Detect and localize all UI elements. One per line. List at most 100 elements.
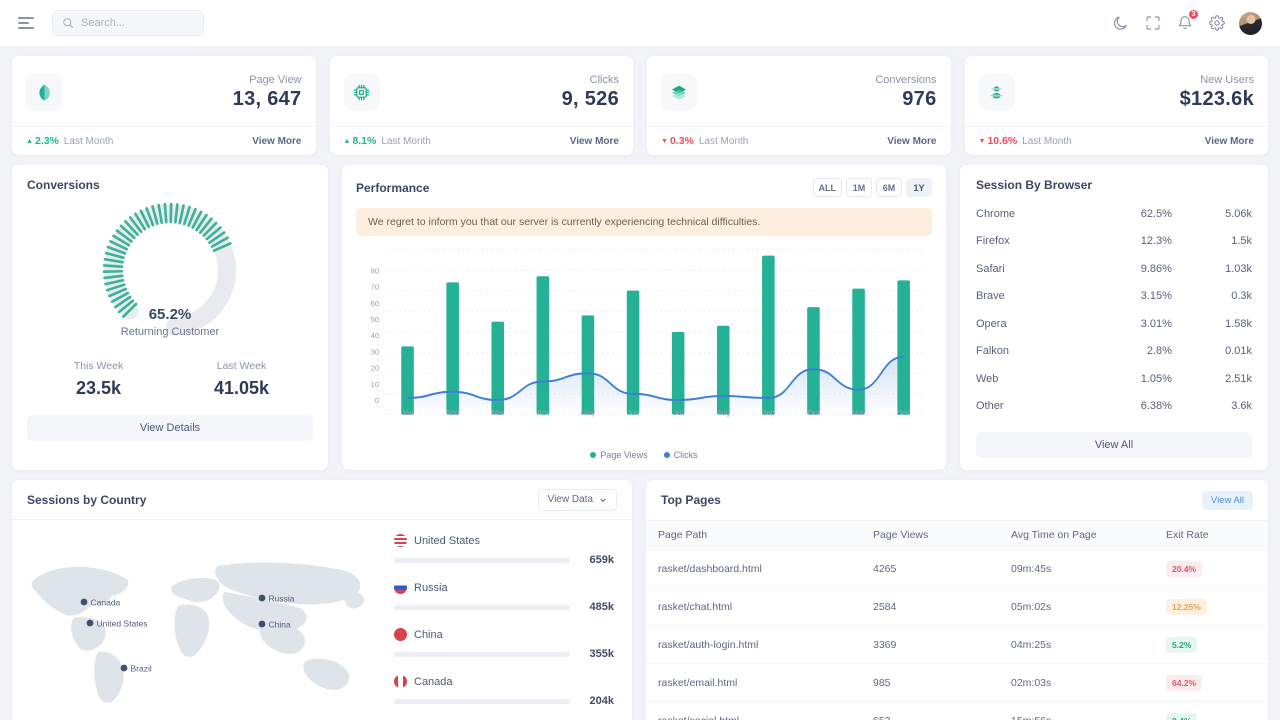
legend-clicks: Clicks bbox=[664, 450, 698, 460]
fullscreen-icon[interactable] bbox=[1143, 14, 1162, 33]
view-all-button[interactable]: View All bbox=[976, 432, 1252, 458]
svg-text:20: 20 bbox=[371, 364, 380, 373]
view-more-link[interactable]: View More bbox=[570, 136, 619, 147]
view-details-button[interactable]: View Details bbox=[27, 415, 313, 441]
country-bar-item: United States 659k bbox=[394, 534, 614, 566]
country-name: Canada bbox=[414, 676, 453, 688]
svg-text:Canada: Canada bbox=[91, 597, 121, 607]
svg-text:Oct: Oct bbox=[807, 408, 820, 417]
search-placeholder: Search... bbox=[81, 17, 125, 29]
browser-row[interactable]: Other6.38%3.6k bbox=[976, 393, 1252, 421]
view-all-button[interactable]: View All bbox=[1202, 491, 1253, 510]
stat-delta-value: 2.3% bbox=[35, 135, 59, 147]
range-button-6m[interactable]: 6M bbox=[876, 178, 902, 197]
legend-label: Clicks bbox=[674, 450, 698, 460]
table-header: Page Path Page Views Avg Time on Page Ex… bbox=[646, 521, 1268, 550]
browser-row[interactable]: Brave3.15%0.3k bbox=[976, 283, 1252, 311]
browser-name: Falkon bbox=[976, 345, 1092, 357]
browser-name: Web bbox=[976, 373, 1092, 385]
status-badge: 12.25% bbox=[1166, 599, 1207, 615]
stat-value: 13, 647 bbox=[62, 88, 302, 111]
progress-track bbox=[394, 558, 570, 563]
table-header-row: Page Path Page Views Avg Time on Page Ex… bbox=[646, 521, 1268, 550]
stat-card-page-view: Page View 13, 647 ▲ 2.3% Last Month View… bbox=[12, 56, 316, 155]
gear-icon[interactable] bbox=[1207, 14, 1226, 33]
search-input[interactable]: Search... bbox=[52, 10, 204, 36]
table-row[interactable]: rasket/dashboard.html426509m:45s20.4% bbox=[646, 550, 1268, 588]
this-week-label: This Week bbox=[27, 360, 170, 372]
browser-row[interactable]: Firefox12.3%1.5k bbox=[976, 228, 1252, 256]
country-bar-row: 485k bbox=[394, 601, 614, 613]
range-button-1y[interactable]: 1Y bbox=[906, 178, 932, 197]
svg-text:Dec: Dec bbox=[897, 408, 911, 417]
country-name: Russia bbox=[414, 582, 448, 594]
view-more-link[interactable]: View More bbox=[252, 136, 301, 147]
card-body: CanadaUnited StatesBrazilRussiaChina Uni… bbox=[12, 520, 632, 720]
browser-row[interactable]: Web1.05%2.51k bbox=[976, 365, 1252, 393]
view-more-link[interactable]: View More bbox=[1205, 136, 1254, 147]
stat-card-body: Page View 13, 647 bbox=[12, 56, 316, 126]
svg-text:China: China bbox=[269, 619, 291, 629]
world-map[interactable]: CanadaUnited StatesBrazilRussiaChina bbox=[12, 520, 382, 720]
country-value: 355k bbox=[580, 648, 614, 660]
this-week-value: 23.5k bbox=[27, 378, 170, 399]
ru-flag-icon bbox=[394, 581, 407, 594]
stat-card-conversions: Conversions 976 ▼ 0.3% Last Month View M… bbox=[647, 56, 951, 155]
dashboard-page: Search... 3 bbox=[0, 0, 1280, 720]
arrow-up-icon: ▲ bbox=[344, 138, 351, 145]
range-button-1m[interactable]: 1M bbox=[846, 178, 872, 197]
view-data-dropdown[interactable]: View Data bbox=[538, 489, 617, 511]
legend-label: Page Views bbox=[600, 450, 647, 460]
cell-exit-rate: 5.2% bbox=[1154, 626, 1268, 664]
table-row[interactable]: rasket/email.html98502m:03s64.2% bbox=[646, 664, 1268, 702]
country-bar-row: 659k bbox=[394, 554, 614, 566]
chart-legend: Page Views Clicks bbox=[356, 450, 932, 460]
performance-chart: 01020304050607080JanFebMarAprMayJunJulAu… bbox=[356, 242, 932, 449]
svg-text:50: 50 bbox=[371, 315, 380, 324]
cell-avg-time: 15m:56s bbox=[999, 702, 1154, 720]
cell-exit-rate: 64.2% bbox=[1154, 664, 1268, 702]
cell-page-path: rasket/dashboard.html bbox=[646, 550, 861, 588]
avatar[interactable] bbox=[1239, 12, 1262, 35]
ca-flag-icon bbox=[394, 675, 407, 688]
stat-card-body: Conversions 976 bbox=[647, 56, 951, 126]
svg-text:Russia: Russia bbox=[269, 593, 295, 603]
bell-icon[interactable]: 3 bbox=[1175, 14, 1194, 33]
browser-row[interactable]: Safari9.86%1.03k bbox=[976, 255, 1252, 283]
svg-text:10: 10 bbox=[371, 380, 380, 389]
stat-label: Clicks bbox=[380, 74, 620, 86]
country-name: United States bbox=[414, 535, 480, 547]
range-button-all[interactable]: ALL bbox=[813, 178, 843, 197]
legend-dot-blue bbox=[664, 452, 670, 458]
stat-value: 976 bbox=[697, 88, 937, 111]
performance-header: Performance ALL 1M 6M 1Y bbox=[356, 178, 932, 197]
menu-toggle-icon[interactable] bbox=[18, 13, 38, 33]
dark-mode-moon-icon[interactable] bbox=[1111, 14, 1130, 33]
column-page-path: Page Path bbox=[646, 521, 861, 550]
stat-period: Last Month bbox=[64, 136, 247, 147]
arrow-down-icon: ▼ bbox=[661, 138, 668, 145]
table-row[interactable]: rasket/chat.html258405m:02s12.25% bbox=[646, 588, 1268, 626]
table-row[interactable]: rasket/auth-login.html336904m:25s5.2% bbox=[646, 626, 1268, 664]
notification-badge: 3 bbox=[1188, 9, 1199, 20]
stat-period: Last Month bbox=[381, 136, 564, 147]
browser-count: 2.51k bbox=[1172, 373, 1252, 385]
view-more-link[interactable]: View More bbox=[887, 136, 936, 147]
top-pages-card: Top Pages View All Page Path Page Views … bbox=[646, 480, 1268, 720]
country-bar-header: Russia bbox=[394, 581, 614, 594]
browser-row[interactable]: Opera3.01%1.58k bbox=[976, 310, 1252, 338]
stat-label: Conversions bbox=[697, 74, 937, 86]
cell-exit-rate: 2.4% bbox=[1154, 702, 1268, 720]
stat-period: Last Month bbox=[1022, 136, 1200, 147]
table-row[interactable]: rasket/social.html65315m:56s2.4% bbox=[646, 702, 1268, 720]
server-alert-banner: We regret to inform you that our server … bbox=[356, 208, 932, 236]
country-name: China bbox=[414, 629, 443, 641]
browser-row[interactable]: Falkon2.8%0.01k bbox=[976, 338, 1252, 366]
top-pages-table: Page Path Page Views Avg Time on Page Ex… bbox=[646, 520, 1268, 720]
view-data-label: View Data bbox=[548, 494, 593, 505]
browser-row[interactable]: Chrome62.5%5.06k bbox=[976, 200, 1252, 228]
browser-percent: 2.8% bbox=[1092, 345, 1172, 357]
browser-count: 5.06k bbox=[1172, 208, 1252, 220]
stat-period: Last Month bbox=[699, 136, 882, 147]
browser-list[interactable]: Chrome62.5%5.06kFirefox12.3%1.5kSafari9.… bbox=[960, 200, 1268, 428]
